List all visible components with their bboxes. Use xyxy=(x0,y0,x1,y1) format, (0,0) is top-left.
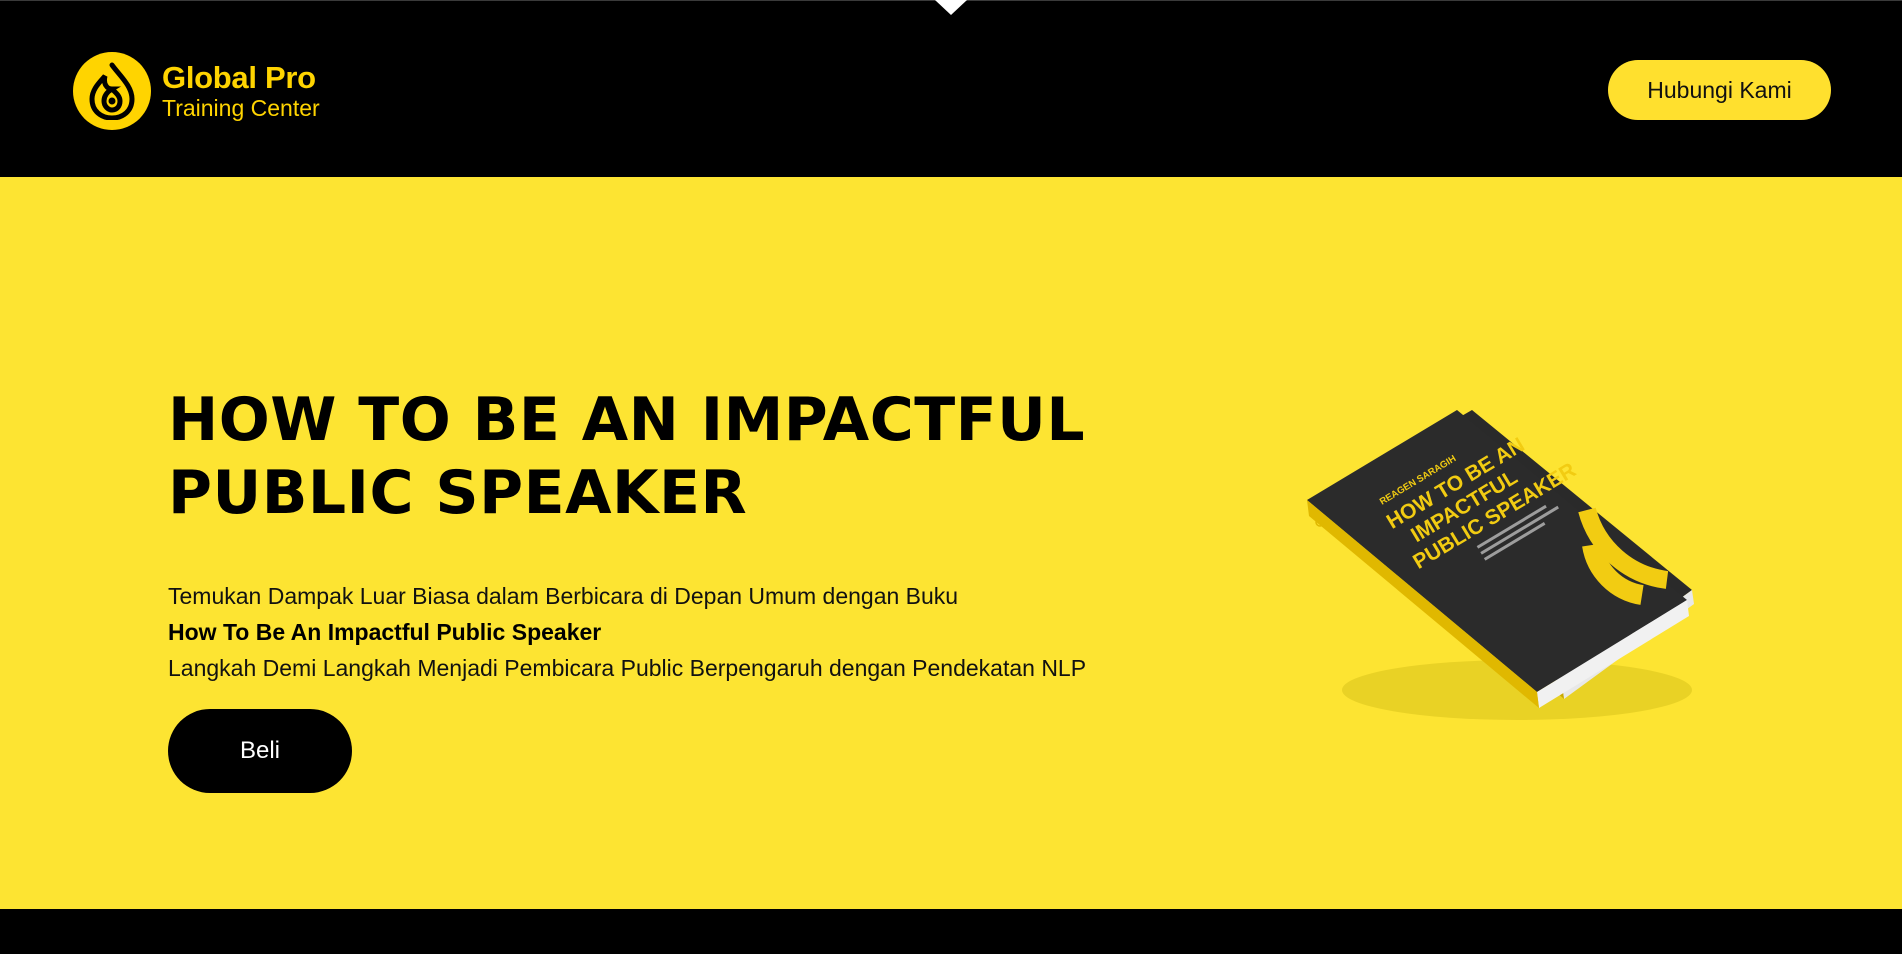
buy-button[interactable]: Beli xyxy=(168,709,352,793)
hero-desc-line-1: Temukan Dampak Luar Biasa dalam Berbicar… xyxy=(168,583,959,609)
hero-section: HOW TO BE AN IMPACTFUL PUBLIC SPEAKER Te… xyxy=(0,177,1902,909)
hero-description: Temukan Dampak Luar Biasa dalam Berbicar… xyxy=(168,578,1086,686)
hero-title-line-1: HOW TO BE AN IMPACTFUL xyxy=(168,385,1086,455)
book-image: REAGEN SARAGIH HOW TO BE AN IMPACTFUL PU… xyxy=(1307,410,1694,720)
hero-title: HOW TO BE AN IMPACTFUL PUBLIC SPEAKER xyxy=(168,384,1085,530)
hero-title-line-2: PUBLIC SPEAKER xyxy=(168,458,748,528)
logo-text: Global Pro Training Center xyxy=(162,59,320,122)
hero-desc-book-title: How To Be An Impactful Public Speaker xyxy=(168,619,602,645)
flame-drop-logo-icon xyxy=(73,52,151,130)
hero-desc-line-3: Langkah Demi Langkah Menjadi Pembicara P… xyxy=(168,655,1087,681)
logo-subtitle: Training Center xyxy=(162,94,320,121)
logo-title: Global Pro xyxy=(162,59,316,95)
page: Global Pro Training Center Hubungi Kami … xyxy=(0,0,1902,954)
book-front-cover: REAGEN SARAGIH HOW TO BE AN IMPACTFUL PU… xyxy=(1307,410,1689,708)
contact-us-button[interactable]: Hubungi Kami xyxy=(1608,60,1831,120)
site-logo[interactable]: Global Pro Training Center xyxy=(73,52,320,130)
site-header: Global Pro Training Center Hubungi Kami xyxy=(0,0,1902,177)
footer-strip xyxy=(0,909,1902,954)
header-notch-indicator xyxy=(935,0,967,15)
